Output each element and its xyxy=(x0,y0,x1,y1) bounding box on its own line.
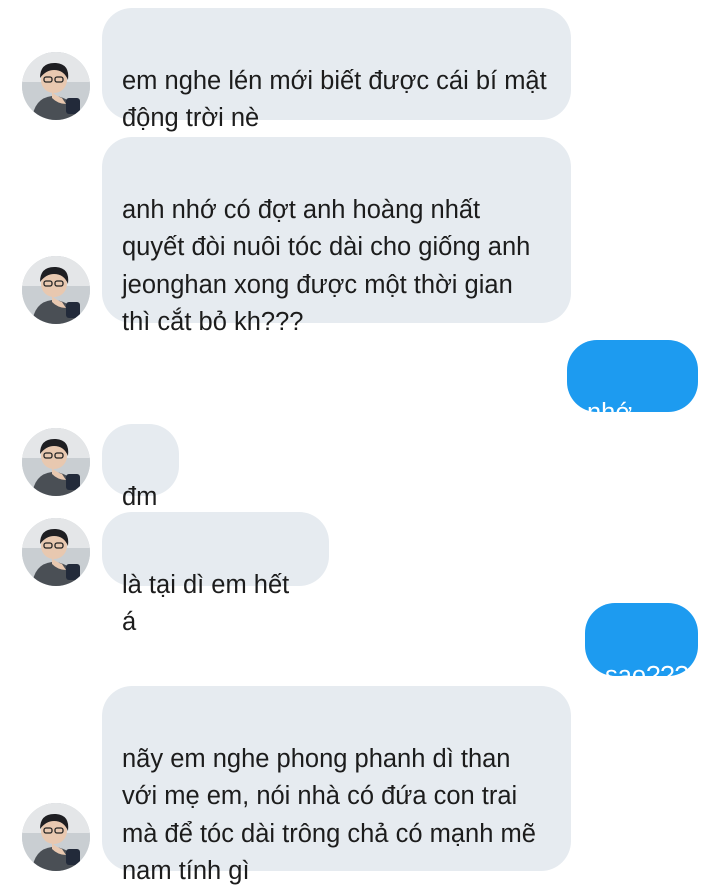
contact-avatar[interactable] xyxy=(22,428,90,496)
incoming-message-bubble[interactable]: anh nhớ có đợt anh hoàng nhất quyết đòi … xyxy=(102,137,571,336)
message-text: sao??? xyxy=(605,661,689,690)
incoming-message-bubble[interactable]: đm xyxy=(102,424,179,511)
outgoing-message-bubble[interactable]: nhớ chứ xyxy=(567,340,698,464)
message-text: nhớ chứ xyxy=(587,398,633,465)
incoming-message-bubble[interactable]: em nghe lén mới biết được cái bí mật độn… xyxy=(102,8,571,167)
message-text: đm xyxy=(122,482,158,511)
incoming-message-bubble[interactable]: là tại dì em hết á xyxy=(102,512,329,636)
contact-avatar[interactable] xyxy=(22,803,90,871)
contact-avatar[interactable] xyxy=(22,256,90,324)
contact-avatar[interactable] xyxy=(22,52,90,120)
message-text: là tại dì em hết á xyxy=(122,570,290,637)
message-text: nãy em nghe phong phanh dì than với mẹ e… xyxy=(122,744,536,886)
message-text: em nghe lén mới biết được cái bí mật độn… xyxy=(122,66,547,133)
contact-avatar[interactable] xyxy=(22,518,90,586)
incoming-message-bubble[interactable]: nãy em nghe phong phanh dì than với mẹ e… xyxy=(102,686,571,885)
outgoing-message-bubble[interactable]: sao??? xyxy=(585,603,698,690)
message-text: anh nhớ có đợt anh hoàng nhất quyết đòi … xyxy=(122,195,531,337)
